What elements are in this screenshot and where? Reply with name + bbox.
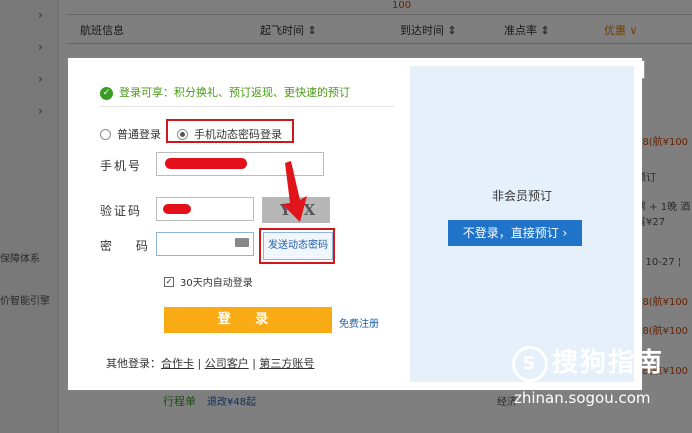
watermark-url: zhinan.sogou.com (514, 389, 651, 407)
sogou-watermark: S 搜狗指南 (512, 342, 664, 382)
sogou-logo-icon: S (512, 345, 548, 382)
watermark-brand: 搜狗指南 (552, 348, 665, 378)
